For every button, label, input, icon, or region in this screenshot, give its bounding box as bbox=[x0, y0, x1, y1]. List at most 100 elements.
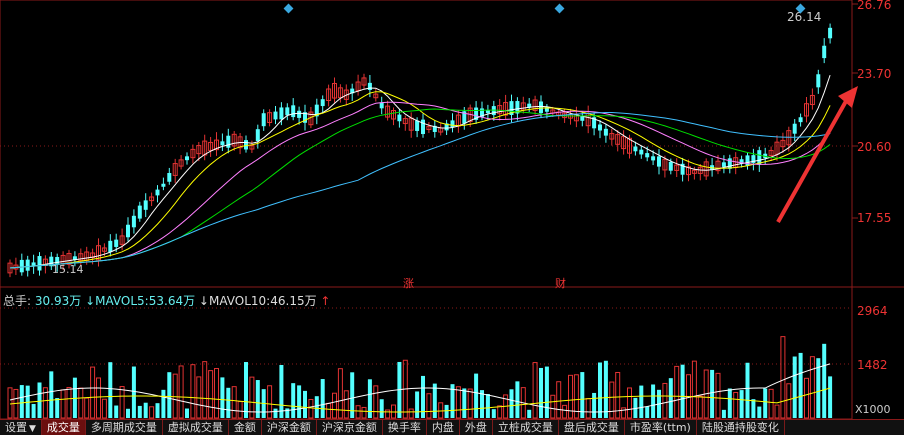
tab-12[interactable]: 市盈率(ttm) bbox=[625, 420, 697, 435]
volume-bar bbox=[7, 387, 13, 419]
volume-bar bbox=[108, 362, 113, 418]
candle-body bbox=[721, 162, 726, 167]
tab-6[interactable]: 沪深京金额 bbox=[317, 420, 383, 435]
volume-bar bbox=[715, 372, 721, 419]
mavol5-label: MAVOL5: bbox=[95, 294, 149, 308]
max-price-label: 26.14 bbox=[787, 10, 822, 24]
volume-bar bbox=[822, 343, 827, 418]
volume-bar bbox=[314, 396, 319, 418]
candle-body bbox=[114, 239, 119, 247]
volume-bar bbox=[131, 366, 136, 418]
volume-bar bbox=[291, 383, 296, 418]
tab-label: 沪深金额 bbox=[266, 421, 311, 434]
candle-body bbox=[320, 99, 325, 107]
candle-body bbox=[108, 240, 113, 253]
tab-1[interactable]: 成交量 bbox=[41, 420, 86, 435]
volume-bar bbox=[455, 386, 461, 419]
volume-bar bbox=[710, 369, 715, 418]
tab-3[interactable]: 虚拟成交量 bbox=[163, 420, 229, 435]
candle-body bbox=[137, 205, 142, 219]
down-arrow-icon: ↓ bbox=[85, 294, 96, 308]
candle-body bbox=[155, 189, 160, 196]
volume-bar bbox=[297, 385, 302, 418]
candle-body bbox=[668, 161, 673, 171]
tab-label: 虚拟成交量 bbox=[167, 421, 223, 434]
candle-body bbox=[828, 27, 833, 39]
tab-7[interactable]: 换手率 bbox=[383, 420, 427, 435]
down-arrow-icon: ↓ bbox=[198, 294, 209, 308]
volume-bar bbox=[580, 372, 585, 418]
volume-bar bbox=[550, 394, 556, 419]
volume-bar bbox=[768, 388, 774, 419]
candle-body bbox=[297, 110, 302, 118]
chevron-down-icon: ▼ bbox=[29, 424, 36, 434]
volume-bar bbox=[190, 364, 196, 419]
volume-bar bbox=[208, 370, 214, 419]
volume-bar bbox=[220, 377, 225, 418]
tab-5[interactable]: 沪深金额 bbox=[262, 420, 317, 435]
tab-10[interactable]: 立桩成交量 bbox=[493, 420, 559, 435]
volume-bar bbox=[509, 389, 514, 418]
volume-bar bbox=[320, 379, 325, 418]
candle-body bbox=[397, 114, 402, 122]
candle-body bbox=[167, 173, 172, 182]
event-badge-cai[interactable]: 财 bbox=[555, 275, 566, 291]
candle-body bbox=[131, 215, 136, 228]
volume-bar bbox=[592, 392, 597, 418]
tab-0[interactable]: 设置 ▼ bbox=[0, 420, 42, 435]
tab-4[interactable]: 金额 bbox=[229, 420, 262, 435]
volume-bar bbox=[237, 401, 243, 419]
tab-2[interactable]: 多周期成交量 bbox=[86, 420, 163, 435]
kline-chart[interactable] bbox=[0, 0, 904, 434]
tab-8[interactable]: 内盘 bbox=[427, 420, 460, 435]
candle-body bbox=[450, 120, 455, 128]
chart-frame bbox=[0, 0, 853, 420]
volume-bar bbox=[662, 382, 668, 419]
candle-body bbox=[161, 183, 166, 187]
candle-body bbox=[126, 224, 130, 238]
volume-bar bbox=[78, 387, 84, 419]
tab-13[interactable]: 陆股通持股变化 bbox=[697, 420, 785, 435]
tab-label: 市盈率(ttm) bbox=[629, 421, 691, 434]
volume-bar bbox=[55, 398, 60, 418]
volume-bar bbox=[343, 390, 349, 419]
candle-body bbox=[639, 149, 644, 155]
volume-bar bbox=[809, 356, 815, 419]
candle-body bbox=[37, 256, 42, 271]
candle-body bbox=[816, 74, 821, 88]
volume-bar bbox=[603, 360, 608, 418]
volume-bar bbox=[674, 365, 680, 419]
volume-bar bbox=[114, 405, 119, 418]
volume-bar bbox=[556, 381, 562, 419]
volume-bar bbox=[733, 391, 739, 419]
tab-label: 金额 bbox=[233, 421, 256, 434]
volume-bar bbox=[668, 378, 673, 418]
volume-bar bbox=[66, 386, 72, 419]
volume-bar bbox=[178, 365, 184, 419]
candle-body bbox=[645, 153, 650, 158]
volume-bar bbox=[361, 406, 367, 419]
volume-bar bbox=[609, 381, 615, 419]
volume-bar bbox=[585, 398, 591, 419]
candle-body bbox=[792, 123, 797, 134]
candle-body bbox=[727, 158, 732, 169]
volume-bar bbox=[515, 381, 520, 418]
volume-bar bbox=[544, 366, 549, 418]
volume-bar bbox=[244, 362, 248, 418]
tab-9[interactable]: 外盘 bbox=[460, 420, 493, 435]
price-axis-label-top: 26.76 bbox=[857, 0, 892, 12]
volume-bar bbox=[485, 394, 490, 418]
volume-bar bbox=[798, 352, 803, 418]
volume-bar bbox=[137, 405, 142, 418]
volume-bar bbox=[645, 406, 650, 418]
candle-body bbox=[143, 200, 148, 210]
price-axis-label-3: 20.60 bbox=[857, 140, 892, 154]
volume-bar bbox=[231, 386, 237, 419]
volume-bar bbox=[214, 368, 219, 419]
volume-bar bbox=[408, 408, 414, 419]
volume-bar bbox=[49, 371, 54, 418]
ma30-line bbox=[9, 108, 831, 269]
volume-bar bbox=[355, 405, 361, 419]
tab-11[interactable]: 盘后成交量 bbox=[559, 420, 625, 435]
event-badge-zhang[interactable]: 涨 bbox=[403, 275, 414, 291]
